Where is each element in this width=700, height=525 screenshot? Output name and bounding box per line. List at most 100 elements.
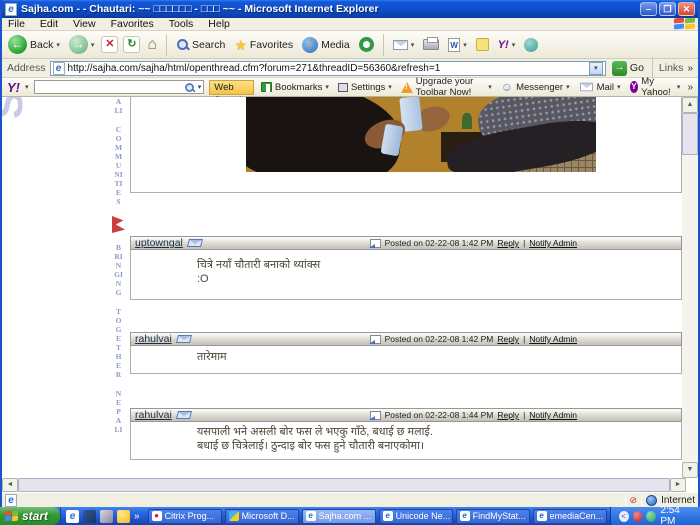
web-search-button[interactable]: Web Search [209, 80, 254, 95]
address-dropdown-icon[interactable]: ▾ [589, 62, 603, 75]
edit-button[interactable]: W ▾ [446, 37, 469, 53]
bookmarks-dropdown-icon[interactable]: ▾ [325, 83, 329, 91]
toolbar-separator [383, 34, 384, 56]
restore-button[interactable]: ❐ [659, 2, 676, 16]
scroll-right-icon[interactable]: ► [670, 478, 686, 492]
menu-file[interactable]: File [8, 18, 25, 30]
yahoo-mail-dropdown-icon[interactable]: ▾ [617, 83, 621, 91]
media-button[interactable]: ♪ Media [300, 36, 352, 54]
messenger-button[interactable] [522, 37, 540, 53]
tray-icon[interactable] [646, 511, 656, 522]
discuss-note-icon [476, 38, 489, 51]
taskbar-button-active[interactable]: e Sajha.com ... [302, 509, 376, 524]
links-chevron-icon[interactable]: » [687, 63, 693, 74]
notify-admin-link[interactable]: Notify Admin [529, 410, 577, 420]
notify-admin-link[interactable]: Notify Admin [529, 334, 577, 344]
vertical-scroll-thumb[interactable] [682, 113, 698, 155]
tray-icon[interactable] [633, 511, 643, 522]
my-yahoo-button[interactable]: Y My Yahoo! ▾ [628, 75, 683, 99]
yahoo-search-dropdown-icon[interactable]: ▾ [198, 83, 202, 91]
taskbar-button[interactable]: ● Citrix Prog... [148, 509, 222, 524]
back-dropdown-icon[interactable]: ▾ [56, 41, 60, 49]
reply-link[interactable]: Reply [497, 410, 519, 420]
tray-chevron-icon[interactable]: < [619, 511, 629, 522]
horizontal-scroll-thumb[interactable] [18, 478, 670, 492]
yahoo-toolbar: Y! ▾ ▾ Web Search Bookmarks ▾ Settings ▾… [2, 78, 698, 97]
taskbar-button[interactable]: e emediaCen... [533, 509, 607, 524]
minimize-button[interactable]: – [640, 2, 657, 16]
start-windows-icon [5, 511, 19, 522]
links-label[interactable]: Links [659, 62, 684, 74]
tagline-word: NEPALI [114, 389, 123, 434]
back-button[interactable]: ← Back ▾ [6, 34, 62, 55]
go-button[interactable]: → Go [610, 60, 646, 77]
edit-dropdown-icon[interactable]: ▾ [463, 41, 467, 49]
reply-link[interactable]: Reply [497, 238, 519, 248]
yahoo-search-input[interactable]: ▾ [34, 80, 205, 94]
yahoo-logo[interactable]: Y! [7, 80, 20, 95]
post-author-link[interactable]: uptowngal [135, 237, 183, 249]
send-message-icon[interactable] [176, 411, 192, 419]
search-button[interactable]: Search [174, 37, 227, 52]
messenger-dropdown-icon[interactable]: ▾ [566, 83, 570, 91]
home-button[interactable]: ⌂ [145, 35, 159, 55]
favorites-button[interactable]: ★ Favorites [232, 37, 295, 53]
mail-dropdown-icon[interactable]: ▾ [411, 41, 415, 49]
stop-button[interactable]: ✕ [101, 36, 118, 53]
vertical-scrollbar[interactable]: ▲ ▼ [682, 97, 698, 478]
yahoo-search-icon[interactable] [184, 82, 194, 92]
taskbar-button[interactable]: e FindMyStat... [456, 509, 530, 524]
horizontal-scrollbar[interactable]: ◄ ► [2, 478, 686, 492]
menu-help[interactable]: Help [208, 18, 230, 30]
settings-button[interactable]: Settings ▾ [336, 81, 394, 94]
forward-button[interactable]: → ▾ [67, 34, 97, 55]
scroll-down-icon[interactable]: ▼ [682, 462, 698, 478]
tagline-word: BRINGING [114, 243, 123, 297]
send-message-icon[interactable] [176, 335, 192, 343]
yahoo-mail-button[interactable]: Mail ▾ [577, 81, 623, 94]
address-input[interactable]: e http://sajha.com/sajha/html/openthread… [50, 61, 606, 76]
yahoo-mail-icon [580, 83, 593, 92]
menu-view[interactable]: View [73, 18, 96, 30]
discuss-button[interactable] [474, 37, 491, 52]
scroll-up-icon[interactable]: ▲ [682, 97, 698, 113]
history-icon [359, 37, 374, 52]
yahoo-logo-dropdown-icon[interactable]: ▾ [25, 83, 29, 91]
refresh-button[interactable]: ↻ [123, 36, 140, 53]
upgrade-toolbar-button[interactable]: ! Upgrade your Toolbar Now! ▾ [399, 75, 494, 99]
notify-admin-link[interactable]: Notify Admin [529, 238, 577, 248]
sajha-left-rail: S SAJHA ALI COMMUNITIES BRINGING TOGETHE… [2, 97, 130, 478]
quicklaunch-smiley-icon[interactable] [117, 510, 130, 523]
history-button[interactable] [357, 36, 376, 53]
taskbar-button[interactable]: e Unicode Ne... [379, 509, 453, 524]
scroll-left-icon[interactable]: ◄ [2, 478, 18, 492]
quicklaunch-app-icon[interactable] [100, 510, 113, 523]
quicklaunch-app-icon[interactable] [83, 510, 96, 523]
menu-tools[interactable]: Tools [169, 18, 194, 30]
taskbar-button[interactable]: Microsoft D... [225, 509, 299, 524]
bookmarks-button[interactable]: Bookmarks ▾ [259, 81, 331, 94]
yahoo-overflow-chevron-icon[interactable]: » [687, 82, 693, 93]
quicklaunch-ie-icon[interactable]: e [66, 510, 79, 523]
reply-link[interactable]: Reply [497, 334, 519, 344]
close-button[interactable]: ✕ [678, 2, 695, 16]
quicklaunch-chevron-icon[interactable]: » [134, 511, 140, 522]
upgrade-dropdown-icon[interactable]: ▾ [488, 83, 492, 91]
yahoo-messenger-button[interactable]: ☺ Messenger ▾ [499, 80, 572, 94]
post-author-link[interactable]: rahulvai [135, 409, 172, 421]
settings-dropdown-icon[interactable]: ▾ [388, 83, 392, 91]
post-line: चित्रे नयाँ चौतारी बनाको थ्यांक्स [197, 258, 673, 272]
forward-dropdown-icon[interactable]: ▾ [91, 41, 95, 49]
my-yahoo-dropdown-icon[interactable]: ▾ [677, 83, 681, 91]
yahoo-dropdown-icon[interactable]: ▾ [512, 41, 516, 49]
post-author-link[interactable]: rahulvai [135, 333, 172, 345]
print-button[interactable] [421, 38, 441, 51]
yahoo-services-button[interactable]: Y! ▾ [496, 38, 518, 52]
menu-edit[interactable]: Edit [40, 18, 58, 30]
start-button[interactable]: start [0, 507, 60, 525]
post: rahulvai Posted on 02-22-08 1:44 PM Repl… [130, 408, 682, 460]
menu-favorites[interactable]: Favorites [111, 18, 154, 30]
mail-icon [393, 40, 408, 50]
send-message-icon[interactable] [187, 239, 203, 247]
mail-button[interactable]: ▾ [391, 39, 417, 51]
